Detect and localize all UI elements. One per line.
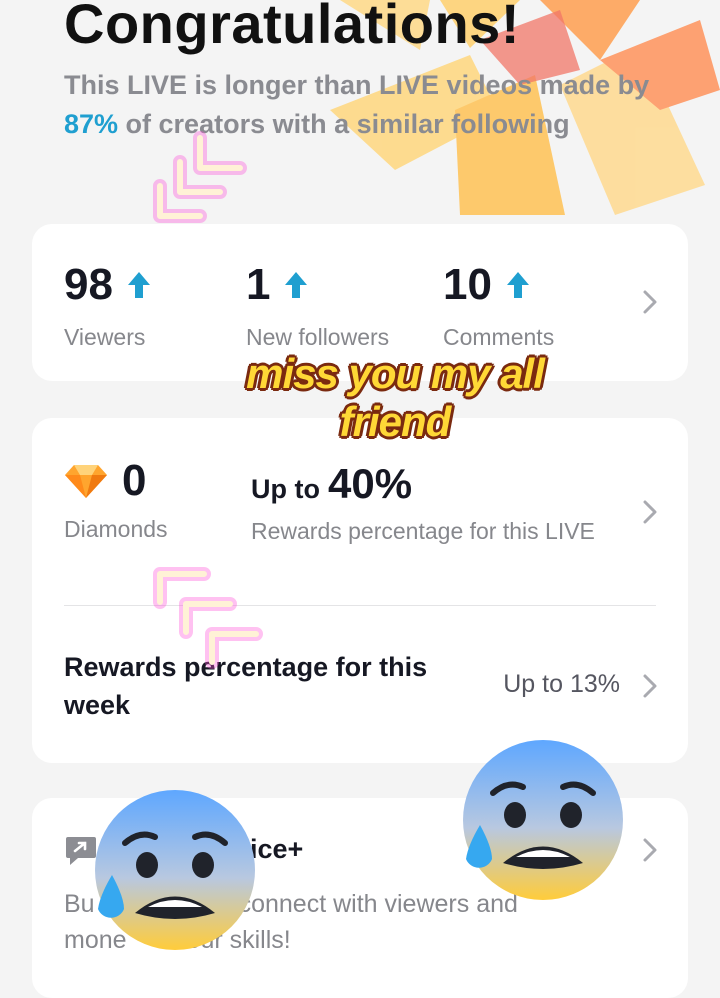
congrats-header: Congratulations! This LIVE is longer tha… <box>0 0 720 220</box>
viewers-value: 98 <box>64 260 113 309</box>
viewers-label: Viewers <box>64 324 146 350</box>
diamonds-value: 0 <box>122 456 147 505</box>
arrow-up-icon <box>127 272 150 298</box>
anxious-face-with-sweat-emoji <box>463 740 623 900</box>
arrow-up-icon <box>285 272 308 298</box>
subtitle-percentage: 87% <box>64 109 119 139</box>
diamond-icon <box>65 465 107 498</box>
stat-viewers: 98 Viewers <box>64 260 151 351</box>
comments-label: Comments <box>443 324 555 350</box>
stat-new-followers: 1 New followers <box>246 260 389 351</box>
rewards-percentage: Up to 40% <box>251 460 412 508</box>
neon-chevron-sticker <box>153 131 247 223</box>
upto-prefix: Up to <box>251 474 320 504</box>
subtitle-text-start: This LIVE is longer than LIVE videos mad… <box>64 70 650 100</box>
chevron-right-icon[interactable] <box>636 672 664 700</box>
new-followers-value: 1 <box>246 260 271 309</box>
page-title: Congratulations! <box>64 0 520 55</box>
arrow-up-icon <box>506 272 529 298</box>
chevron-right-icon[interactable] <box>636 498 664 526</box>
diamonds-label: Diamonds <box>64 516 168 542</box>
neon-chevron-sticker <box>153 567 263 669</box>
live-rewards-label: Rewards percentage for this LIVE <box>251 518 595 544</box>
week-rewards-value: Up to 13% <box>503 670 620 698</box>
rewards-card: 0 Diamonds Up to 40% Rewards percentage … <box>32 418 688 763</box>
comments-value: 10 <box>443 260 492 309</box>
new-followers-label: New followers <box>246 324 390 350</box>
anxious-face-with-sweat-emoji <box>95 790 255 950</box>
upto-value: 40% <box>327 460 413 507</box>
chevron-right-icon[interactable] <box>636 836 664 864</box>
chevron-right-icon[interactable] <box>636 288 664 316</box>
stat-comments: 10 Comments <box>443 260 554 351</box>
video-caption: miss you my all friend <box>246 350 545 445</box>
